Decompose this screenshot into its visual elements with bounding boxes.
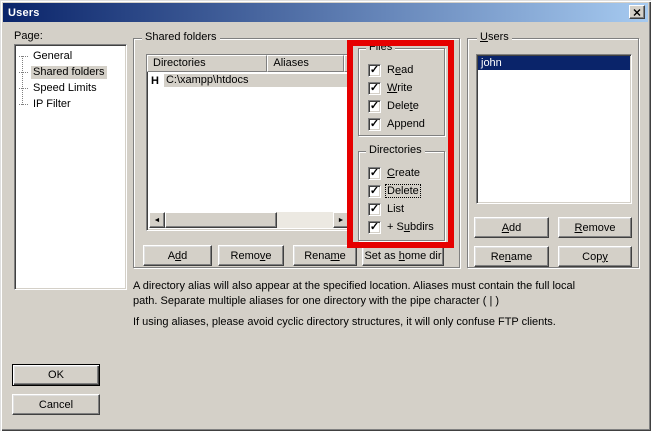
directories-group-label: Directories <box>366 144 425 156</box>
shared-remove-button[interactable]: Remove <box>218 245 284 266</box>
checkbox-checked-icon: ✓ <box>368 100 381 113</box>
checkbox-dirs-subdirs[interactable]: ✓ + Subdirs <box>359 218 444 236</box>
checkbox-dirs-delete[interactable]: ✓ Delete <box>359 182 444 200</box>
users-add-button[interactable]: Add <box>474 217 549 238</box>
tree-branch-icon <box>19 72 28 73</box>
users-rename-button[interactable]: Rename <box>474 246 549 267</box>
checkbox-dirs-list[interactable]: ✓ List <box>359 200 444 218</box>
list-header: Directories Aliases <box>147 55 351 72</box>
directories-group: Directories ✓ Create ✓ Delete ✓ List ✓ +… <box>358 151 445 241</box>
users-dialog: Users Page: General Shared folders Speed… <box>0 0 651 431</box>
shared-add-button[interactable]: Add <box>143 245 212 266</box>
directories-list: Directories Aliases H C:\xampp\htdocs ◄ … <box>146 54 352 231</box>
checkbox-checked-icon: ✓ <box>368 64 381 77</box>
set-as-home-dir-button[interactable]: Set as home dir <box>362 245 444 266</box>
files-group-label: Files <box>366 41 395 53</box>
tree-branch-icon <box>19 88 28 89</box>
cancel-button[interactable]: Cancel <box>12 394 100 415</box>
cyclic-note: If using aliases, please avoid cyclic di… <box>133 315 556 330</box>
checkbox-files-delete[interactable]: ✓ Delete <box>359 97 444 115</box>
column-header-filler <box>344 55 351 72</box>
checkbox-dirs-create[interactable]: ✓ Create <box>359 164 444 182</box>
checkbox-files-read[interactable]: ✓ Read <box>359 61 444 79</box>
checkbox-checked-icon: ✓ <box>368 82 381 95</box>
users-list: john <box>476 54 632 204</box>
column-header-directories[interactable]: Directories <box>147 55 267 72</box>
horizontal-scrollbar[interactable]: ◄ ► <box>149 212 349 228</box>
scroll-right-icon: ► <box>338 217 345 224</box>
users-group-label: Users <box>477 31 512 43</box>
tree-branch-icon <box>19 104 28 105</box>
users-copy-button[interactable]: Copy <box>558 246 632 267</box>
window-title: Users <box>8 7 40 19</box>
title-bar[interactable]: Users <box>3 3 648 22</box>
checkbox-checked-icon: ✓ <box>368 167 381 180</box>
tree-branch-icon <box>19 56 28 57</box>
files-group: Files ✓ Read ✓ Write ✓ Delete ✓ Append <box>358 48 445 136</box>
user-row-john[interactable]: john <box>478 56 630 70</box>
checkbox-checked-icon: ✓ <box>368 203 381 216</box>
alias-note: A directory alias will also appear at th… <box>133 279 575 309</box>
checkbox-files-write[interactable]: ✓ Write <box>359 79 444 97</box>
column-header-aliases[interactable]: Aliases <box>267 55 344 72</box>
scroll-left-button[interactable]: ◄ <box>149 212 165 228</box>
checkbox-checked-icon: ✓ <box>368 185 381 198</box>
shared-folders-group-label: Shared folders <box>142 31 220 43</box>
page-item-ip-filter[interactable]: IP Filter <box>15 96 126 112</box>
scroll-right-button[interactable]: ► <box>333 212 349 228</box>
checkbox-checked-icon: ✓ <box>368 118 381 131</box>
page-item-speed-limits[interactable]: Speed Limits <box>15 80 126 96</box>
page-item-general[interactable]: General <box>15 48 126 64</box>
ok-button[interactable]: OK <box>12 364 100 386</box>
page-label: Page: <box>14 30 43 42</box>
users-remove-button[interactable]: Remove <box>558 217 632 238</box>
scrollbar-track[interactable] <box>277 212 333 228</box>
page-tree: General Shared folders Speed Limits IP F… <box>14 44 127 290</box>
checkbox-files-append[interactable]: ✓ Append <box>359 115 444 133</box>
scroll-left-icon: ◄ <box>154 217 161 224</box>
close-button[interactable] <box>629 5 645 19</box>
directory-row[interactable]: H C:\xampp\htdocs <box>147 73 351 88</box>
page-item-shared-folders[interactable]: Shared folders <box>15 64 126 80</box>
scrollbar-thumb[interactable] <box>165 212 277 228</box>
checkbox-checked-icon: ✓ <box>368 221 381 234</box>
shared-rename-button[interactable]: Rename <box>293 245 357 266</box>
home-marker: H <box>151 75 159 87</box>
close-icon <box>633 9 641 16</box>
directory-path: C:\xampp\htdocs <box>164 74 351 87</box>
